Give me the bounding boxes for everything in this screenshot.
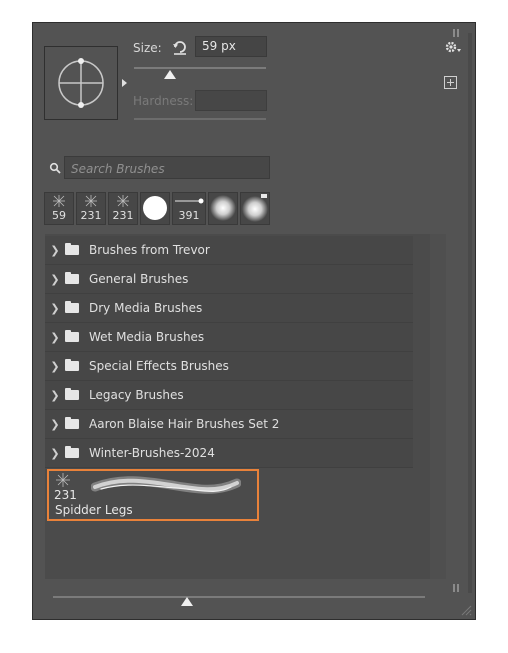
selected-brush-size: 231 (54, 488, 77, 502)
resize-grip-icon[interactable] (460, 604, 472, 616)
brush-tip-preview[interactable] (44, 46, 118, 120)
soft-round-brush-icon (242, 194, 268, 222)
hardness-slider-track[interactable] (134, 118, 266, 120)
brush-group-row[interactable]: ❯ Winter-Brushes-2024 (45, 439, 413, 468)
size-label: Size: (133, 41, 162, 55)
brush-group-row[interactable]: ❯ Aaron Blaise Hair Brushes Set 2 (45, 410, 413, 439)
recent-brushes-strip: 59 231 231 391 (44, 192, 270, 225)
selected-brush-item[interactable]: 231 Spidder Legs (47, 469, 259, 521)
brush-angle-icon (58, 58, 104, 108)
chevron-right-icon[interactable]: ❯ (45, 447, 65, 460)
recent-brush-7[interactable] (240, 192, 270, 225)
brush-group-name: Aaron Blaise Hair Brushes Set 2 (89, 417, 280, 431)
folder-icon (65, 301, 79, 313)
scatter-brush-icon (56, 473, 70, 487)
preview-size-slider-track[interactable] (53, 596, 425, 598)
new-brush-icon[interactable] (444, 76, 457, 89)
brush-group-row[interactable]: ❯ Legacy Brushes (45, 381, 413, 410)
recent-brush-size: 391 (178, 209, 200, 222)
hardness-input[interactable] (195, 90, 267, 111)
chevron-right-icon[interactable]: ❯ (45, 302, 65, 315)
chevron-right-icon[interactable]: ❯ (45, 331, 65, 344)
size-slider-track[interactable] (134, 67, 266, 69)
size-input[interactable]: 59 px (195, 36, 267, 57)
folder-icon (65, 388, 79, 400)
folder-icon (65, 243, 79, 255)
preview-options-arrow-icon[interactable] (122, 79, 127, 87)
search-brushes-input[interactable] (64, 156, 270, 179)
folder-icon (65, 272, 79, 284)
recent-brush-5[interactable]: 391 (172, 192, 206, 225)
chevron-right-icon[interactable]: ❯ (45, 244, 65, 257)
panel-edge (468, 33, 472, 593)
recent-brush-size: 231 (80, 209, 102, 222)
folder-icon (65, 330, 79, 342)
brush-group-row[interactable]: ❯ Special Effects Brushes (45, 352, 413, 381)
folder-icon (65, 417, 79, 429)
brush-group-name: Special Effects Brushes (89, 359, 229, 373)
soft-round-brush-icon (210, 195, 236, 221)
chevron-right-icon[interactable]: ❯ (45, 389, 65, 402)
brush-group-name: Brushes from Trevor (89, 243, 210, 257)
brush-group-row[interactable]: ❯ Brushes from Trevor (45, 236, 413, 265)
hardness-label: Hardness: (133, 94, 194, 108)
brush-group-row[interactable]: ❯ General Brushes (45, 265, 413, 294)
brush-group-name: Winter-Brushes-2024 (89, 446, 215, 460)
search-icon (49, 162, 61, 174)
preview-size-slider-thumb[interactable] (181, 597, 193, 606)
folder-icon (65, 446, 79, 458)
size-slider-thumb[interactable] (164, 70, 176, 79)
panel-grip-top[interactable] (453, 26, 465, 37)
chevron-right-icon[interactable]: ❯ (45, 418, 65, 431)
recent-brush-3[interactable]: 231 (108, 192, 138, 225)
panel-grip-bottom[interactable] (453, 581, 465, 592)
brush-group-row[interactable]: ❯ Wet Media Brushes (45, 323, 413, 352)
chevron-right-icon[interactable]: ❯ (45, 360, 65, 373)
brush-group-name: Wet Media Brushes (89, 330, 205, 344)
recent-brush-2[interactable]: 231 (76, 192, 106, 225)
chevron-right-icon[interactable]: ❯ (45, 273, 65, 286)
recent-brush-4[interactable] (140, 192, 170, 225)
folder-icon (65, 359, 79, 371)
brush-settings-panel: Size: 59 px Hardness: 59 231 231 (32, 22, 476, 620)
recent-brush-6[interactable] (208, 192, 238, 225)
recent-brush-1[interactable]: 59 (44, 192, 74, 225)
brush-list-scrollbar[interactable] (430, 234, 446, 579)
reset-size-icon[interactable] (171, 38, 189, 56)
hard-round-brush-icon (143, 196, 167, 220)
recent-brush-size: 59 (52, 209, 66, 222)
brush-group-row[interactable]: ❯ Dry Media Brushes (45, 294, 413, 323)
gear-icon[interactable] (445, 40, 461, 54)
recent-brush-size: 231 (112, 209, 134, 222)
brush-stroke-preview-icon (91, 476, 241, 494)
brush-group-name: General Brushes (89, 272, 189, 286)
brush-group-name: Dry Media Brushes (89, 301, 203, 315)
selected-brush-name: Spidder Legs (55, 503, 133, 517)
brush-group-name: Legacy Brushes (89, 388, 184, 402)
